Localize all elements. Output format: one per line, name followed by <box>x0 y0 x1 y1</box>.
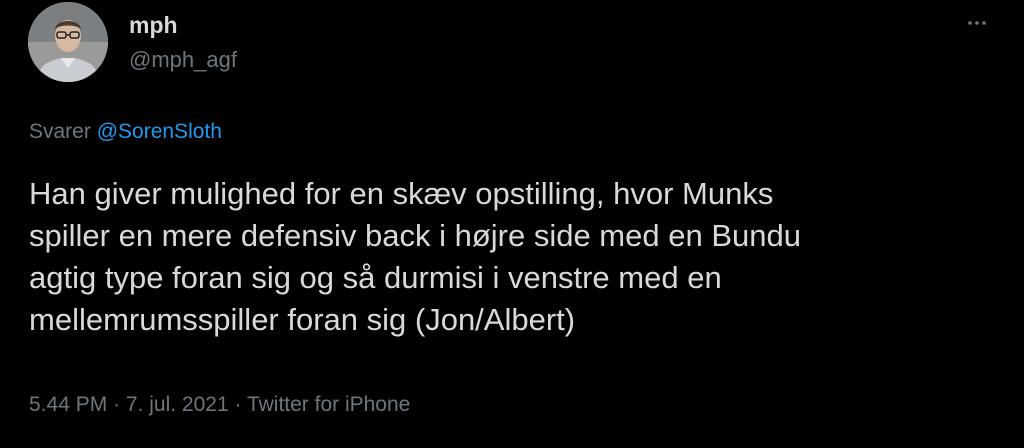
tweet-text-line: mellemrumsspiller foran sig (Jon/Albert) <box>29 302 576 337</box>
meta-separator: · <box>228 393 247 416</box>
profile-photo-icon <box>28 2 108 82</box>
display-name[interactable]: mph <box>129 11 178 39</box>
reply-mention-link[interactable]: @SorenSloth <box>97 120 222 143</box>
tweet-source-link[interactable]: Twitter for iPhone <box>247 393 410 416</box>
tweet-date[interactable]: 7. jul. 2021 <box>126 393 229 416</box>
tweet-text-line: agtig type foran sig og så durmisi i ven… <box>29 260 722 295</box>
tweet-text: Han giver mulighed for en skæv opstillin… <box>29 173 989 341</box>
meta-separator: · <box>107 393 126 416</box>
tweet-metadata: 5.44 PM · 7. jul. 2021 · Twitter for iPh… <box>29 391 410 419</box>
tweet-text-line: Han giver mulighed for en skæv opstillin… <box>29 176 774 211</box>
avatar[interactable] <box>28 2 108 82</box>
tweet-card: mph @mph_agf Svarer @SorenSloth Han give… <box>0 0 1024 448</box>
reply-context: Svarer @SorenSloth <box>29 118 222 146</box>
tweet-text-line: spiller en mere defensiv back i højre si… <box>29 218 801 253</box>
user-handle[interactable]: @mph_agf <box>129 46 237 74</box>
reply-prefix: Svarer <box>29 120 91 143</box>
more-options-icon[interactable] <box>962 8 992 38</box>
tweet-time[interactable]: 5.44 PM <box>29 393 107 416</box>
